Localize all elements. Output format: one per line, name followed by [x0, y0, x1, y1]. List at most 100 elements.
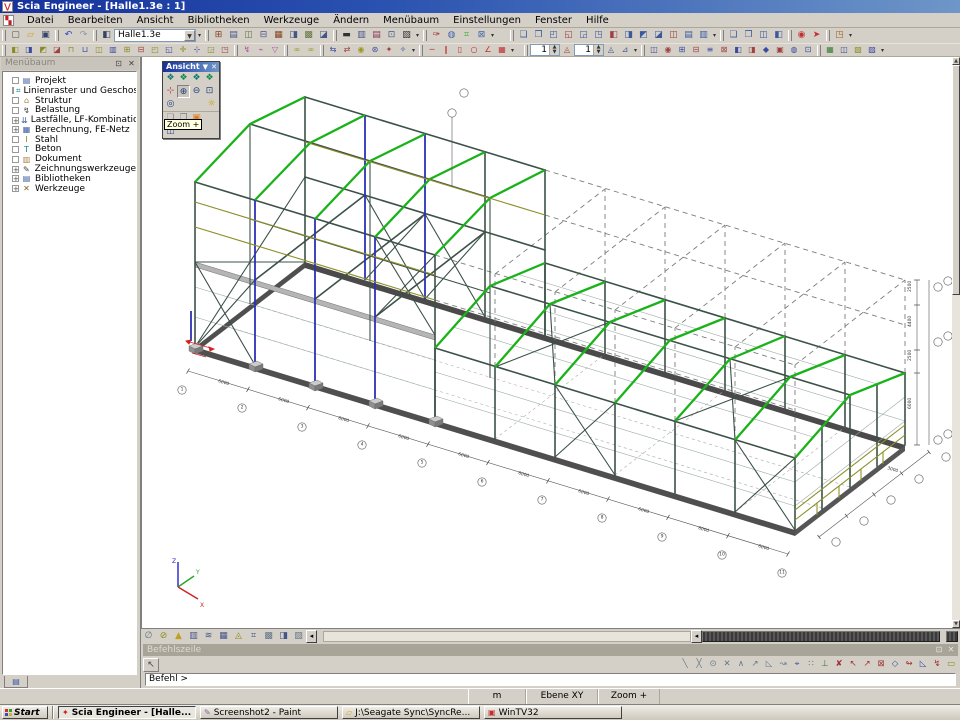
beam-icon[interactable]: ◳: [218, 44, 232, 56]
dropdown-caret[interactable]: ▾: [632, 47, 639, 54]
pointer-icon[interactable]: ➤: [809, 29, 824, 43]
beam-icon[interactable]: ✛: [176, 44, 190, 56]
snap-icon[interactable]: ◇: [888, 658, 902, 671]
command-input[interactable]: Befehl >: [145, 673, 956, 686]
connect-icon[interactable]: ⊛: [368, 44, 382, 56]
toolbar-grip[interactable]: [720, 30, 724, 41]
render-toggle-icon[interactable]: ⊘: [156, 630, 171, 643]
view-icon[interactable]: ◫: [666, 29, 681, 43]
spinner-arrows-icon[interactable]: ▲▼: [593, 45, 603, 55]
toolbar-icon[interactable]: ▤: [226, 29, 241, 43]
toolbar-icon[interactable]: ◪: [316, 29, 331, 43]
menu-item[interactable]: Menübaum: [376, 13, 446, 28]
load-icon[interactable]: ⌁: [254, 44, 268, 56]
vertical-scrollbar[interactable]: ▲ ▼: [952, 57, 960, 628]
rect-icon[interactable]: ▯: [453, 44, 467, 56]
select-icon[interactable]: ◍: [787, 44, 801, 56]
circle-icon[interactable]: ○: [467, 44, 481, 56]
picture-icon[interactable]: ▤: [369, 29, 384, 43]
select-icon[interactable]: ⊟: [689, 44, 703, 56]
layer-icon[interactable]: ▨: [865, 44, 879, 56]
pin-icon[interactable]: ⊡: [113, 58, 124, 69]
print-icon[interactable]: ▬: [339, 29, 354, 43]
window-icon[interactable]: ❏: [726, 29, 741, 43]
toolbar-grip[interactable]: [284, 45, 288, 56]
tree-item-dokument[interactable]: ▥ Dokument: [9, 154, 136, 164]
panel-tab[interactable]: ▤: [4, 676, 28, 688]
toolbar-icon[interactable]: ◨: [286, 29, 301, 43]
view-icon[interactable]: ◱: [561, 29, 576, 43]
task-paint[interactable]: ✎Screenshot2 - Paint: [200, 706, 338, 719]
select-icon[interactable]: ⊡: [801, 44, 815, 56]
menu-item[interactable]: Ändern: [326, 13, 376, 28]
new-icon[interactable]: ▢: [8, 29, 23, 43]
preview-icon[interactable]: ▥: [354, 29, 369, 43]
menu-item[interactable]: Datei: [20, 13, 61, 28]
dropdown-caret[interactable]: ▾: [196, 32, 203, 39]
snap-icon[interactable]: ↗: [748, 658, 762, 671]
view-icon[interactable]: ◩: [636, 29, 651, 43]
toolbar-grip[interactable]: [788, 30, 792, 41]
view-top-icon[interactable]: ❖: [203, 72, 216, 85]
dropdown-caret[interactable]: ▾: [414, 32, 421, 39]
menu-item[interactable]: Fenster: [528, 13, 579, 28]
dropdown-caret[interactable]: ▾: [410, 47, 417, 54]
view-icon[interactable]: ◲: [576, 29, 591, 43]
select-icon[interactable]: ◆: [759, 44, 773, 56]
beam-icon[interactable]: ⊔: [78, 44, 92, 56]
grid-icon[interactable]: ▦: [495, 44, 509, 56]
level-icon[interactable]: ◬: [604, 44, 618, 56]
load-icon[interactable]: ▽: [268, 44, 282, 56]
exit-icon[interactable]: ◳: [832, 29, 847, 43]
toolbar-icon[interactable]: ⊟: [256, 29, 271, 43]
axes-icon[interactable]: ◬: [231, 630, 246, 643]
dropdown-caret[interactable]: ▾: [847, 32, 854, 39]
pin-icon[interactable]: ⊡: [934, 644, 944, 655]
beam-icon[interactable]: ⊹: [190, 44, 204, 56]
view-icon[interactable]: ◰: [546, 29, 561, 43]
horizontal-scroll-thumb2[interactable]: [946, 631, 958, 642]
select-icon[interactable]: ≡: [703, 44, 717, 56]
snap-icon[interactable]: ▭: [944, 658, 958, 671]
zoom-window-icon[interactable]: ⊡: [203, 85, 216, 98]
expand-icon[interactable]: [12, 146, 19, 153]
horizontal-scroll-thumb[interactable]: [702, 631, 940, 642]
expand-icon[interactable]: [12, 87, 14, 94]
connect-icon[interactable]: ◉: [354, 44, 368, 56]
snap-icon[interactable]: ✘: [832, 658, 846, 671]
section-icon[interactable]: ▥: [186, 630, 201, 643]
task-explorer[interactable]: ▱J:\Seagate Sync\SyncRe...: [342, 706, 480, 719]
expand-icon[interactable]: +: [12, 175, 19, 182]
chevron-down-icon[interactable]: ▼: [203, 62, 208, 72]
tree-item-bibliotheken[interactable]: + ▤ Bibliotheken: [9, 174, 136, 184]
open-icon[interactable]: ▱: [23, 29, 38, 43]
select-icon[interactable]: ▣: [773, 44, 787, 56]
expand-icon[interactable]: +: [12, 126, 19, 133]
scroll-down-icon[interactable]: ▼: [952, 620, 960, 628]
activity-spinner[interactable]: 1▲▼: [530, 44, 560, 56]
combobox-arrow-icon[interactable]: ▼: [184, 30, 195, 41]
toolbar-icon[interactable]: ▩: [301, 29, 316, 43]
expand-icon[interactable]: [12, 77, 19, 84]
scroll-left-icon[interactable]: ◂: [691, 630, 702, 643]
toolbar-icon[interactable]: ◫: [241, 29, 256, 43]
strip-collapse-icon[interactable]: ◂: [306, 630, 317, 643]
dropdown-caret[interactable]: ▾: [879, 47, 886, 54]
view-side-icon[interactable]: ❖: [190, 72, 203, 85]
window-icon[interactable]: ◫: [756, 29, 771, 43]
toolbar-icon[interactable]: ⊠: [474, 29, 489, 43]
shade-icon[interactable]: ▩: [261, 630, 276, 643]
toolbar-grip[interactable]: [641, 45, 645, 56]
vertical-scroll-thumb[interactable]: [952, 65, 960, 295]
labels-icon[interactable]: ▦: [216, 630, 231, 643]
node-icon[interactable]: ∞: [304, 44, 318, 56]
view-front-icon[interactable]: ❖: [177, 72, 190, 85]
toolbar-grip[interactable]: [2, 30, 6, 41]
layer-icon[interactable]: ◫: [837, 44, 851, 56]
snap-icon[interactable]: ╳: [692, 658, 706, 671]
close-icon[interactable]: ✕: [946, 644, 956, 655]
expand-icon[interactable]: [12, 156, 19, 163]
status-zoom[interactable]: Zoom +: [598, 689, 660, 704]
close-icon[interactable]: ✕: [211, 62, 217, 72]
connect-icon[interactable]: ⇆: [326, 44, 340, 56]
